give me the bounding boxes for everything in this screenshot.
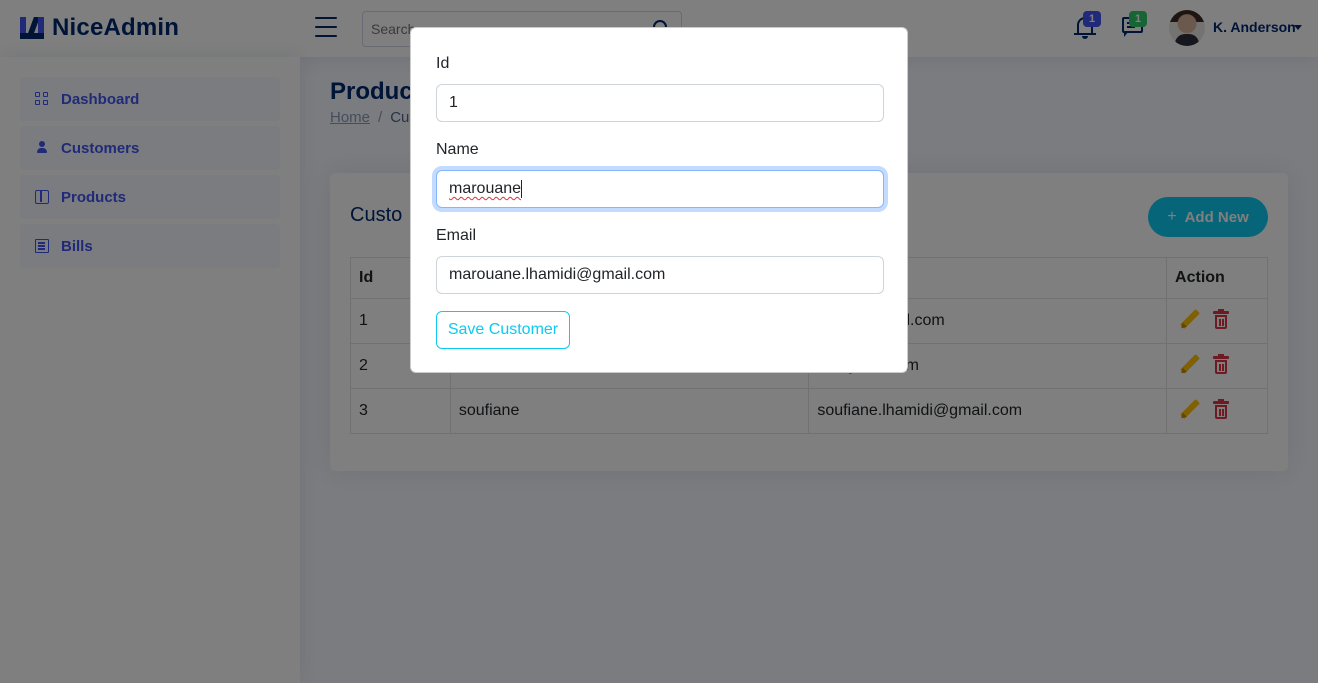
text-cursor [521, 180, 523, 198]
name-label: Name [436, 141, 479, 158]
edit-customer-modal: Id Name marouane Email Save Customer [410, 27, 908, 373]
save-customer-button[interactable]: Save Customer [436, 311, 570, 349]
email-field[interactable] [436, 256, 884, 294]
name-field[interactable]: marouane [436, 170, 884, 208]
name-field-value: marouane [449, 180, 522, 197]
id-label: Id [436, 55, 450, 72]
id-field[interactable] [436, 84, 884, 122]
email-label: Email [436, 227, 477, 244]
